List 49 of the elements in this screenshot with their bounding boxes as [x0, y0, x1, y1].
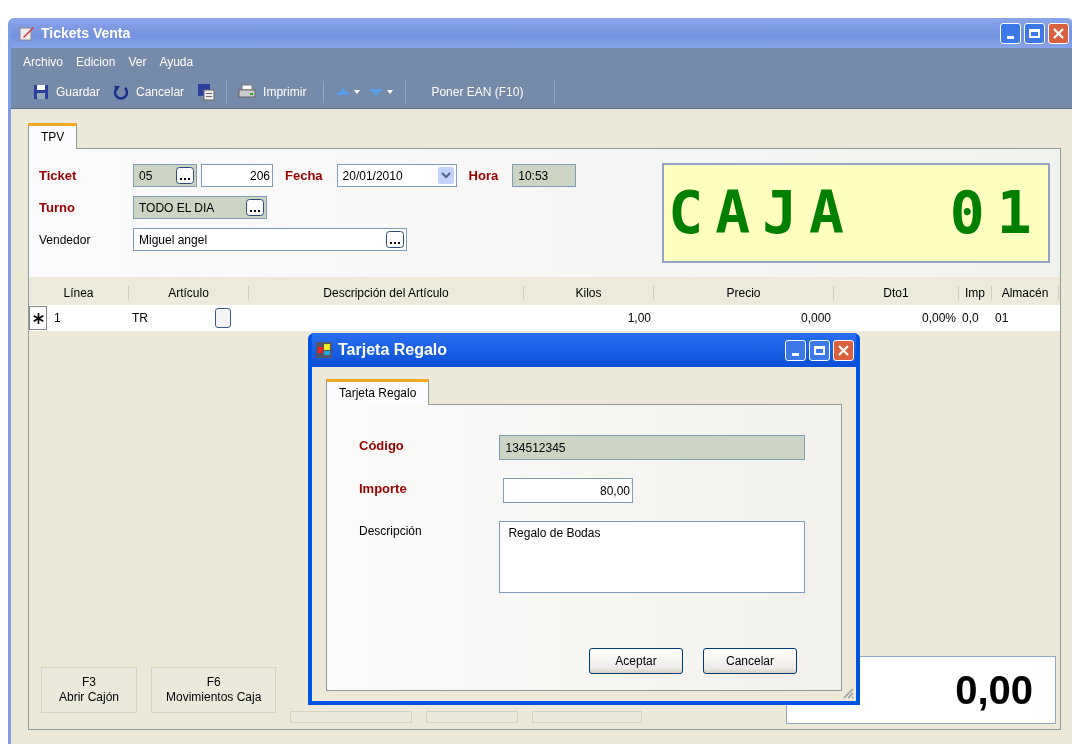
dialog-button[interactable]: Aceptar — [589, 648, 683, 674]
seller-label: Vendedor — [39, 232, 92, 247]
menu-item[interactable]: Edicion — [76, 55, 116, 69]
column-header[interactable]: Imp — [959, 286, 992, 300]
field-label: Importe — [359, 480, 408, 496]
column-header[interactable]: Kilos — [524, 286, 654, 300]
shift-label: Turno — [39, 200, 76, 215]
column-header[interactable]: Almacén — [992, 286, 1059, 300]
window-title: Tickets Venta — [41, 25, 131, 41]
tab[interactable]: TPV — [28, 123, 78, 149]
column-header[interactable]: Descripción del Artículo — [249, 286, 524, 300]
menu-item[interactable]: Ver — [128, 55, 147, 69]
time-label: Hora — [468, 168, 499, 183]
field-label: Descripción — [359, 523, 423, 538]
table-cell-text: 0,00% — [920, 311, 957, 325]
menu-item[interactable]: Ayuda — [159, 55, 194, 69]
ticket-series-field[interactable]: 05 — [133, 164, 197, 187]
ticket-number-field[interactable]: 206 — [201, 164, 273, 187]
toolbar-button[interactable]: Imprimir — [263, 85, 307, 99]
dialog-title: Tarjeta Regalo — [338, 341, 448, 359]
toolbar-button[interactable]: Guardar — [56, 85, 101, 99]
seller-field[interactable]: Miguel angel — [133, 228, 407, 251]
amount-field[interactable]: 80,00 — [503, 478, 633, 503]
dialog-button[interactable]: Cancelar — [703, 648, 797, 674]
column-header[interactable]: Dto1 — [834, 286, 959, 300]
column-header[interactable]: Línea — [29, 286, 129, 300]
table-cell-text: 01 — [994, 311, 1010, 325]
table-cell-text: 0,000 — [799, 311, 832, 325]
menu-item[interactable]: Archivo — [23, 55, 63, 69]
toolbar-button[interactable]: Poner EAN (F10) — [431, 85, 524, 99]
toolbar-button[interactable]: Cancelar — [136, 85, 185, 99]
tab[interactable]: Tarjeta Regalo — [326, 379, 430, 405]
function-button[interactable]: F3 Abrir Cajón — [41, 667, 137, 713]
table-cell-text: TR — [131, 311, 149, 325]
table-cell-text: 1,00 — [626, 311, 652, 325]
field-label: Código — [359, 437, 405, 453]
code-field[interactable]: 134512345 — [499, 435, 805, 460]
table-cell-text: 1 — [53, 311, 62, 325]
ticket-label: Ticket — [39, 168, 78, 183]
description-field[interactable]: Regalo de Bodas — [499, 521, 805, 593]
register-display: CAJA 01 — [662, 163, 1050, 263]
function-button[interactable]: F6 Movimientos Caja — [151, 667, 277, 713]
table-cell-text: 0,0 — [961, 311, 980, 325]
time-field[interactable]: 10:53 — [512, 164, 577, 187]
date-picker[interactable]: 20/01/2010 — [336, 164, 457, 187]
column-header[interactable]: Artículo — [129, 286, 249, 300]
date-label: Fecha — [285, 168, 323, 183]
column-header[interactable]: Precio — [654, 286, 834, 300]
shift-field[interactable]: TODO EL DIA — [133, 196, 267, 219]
